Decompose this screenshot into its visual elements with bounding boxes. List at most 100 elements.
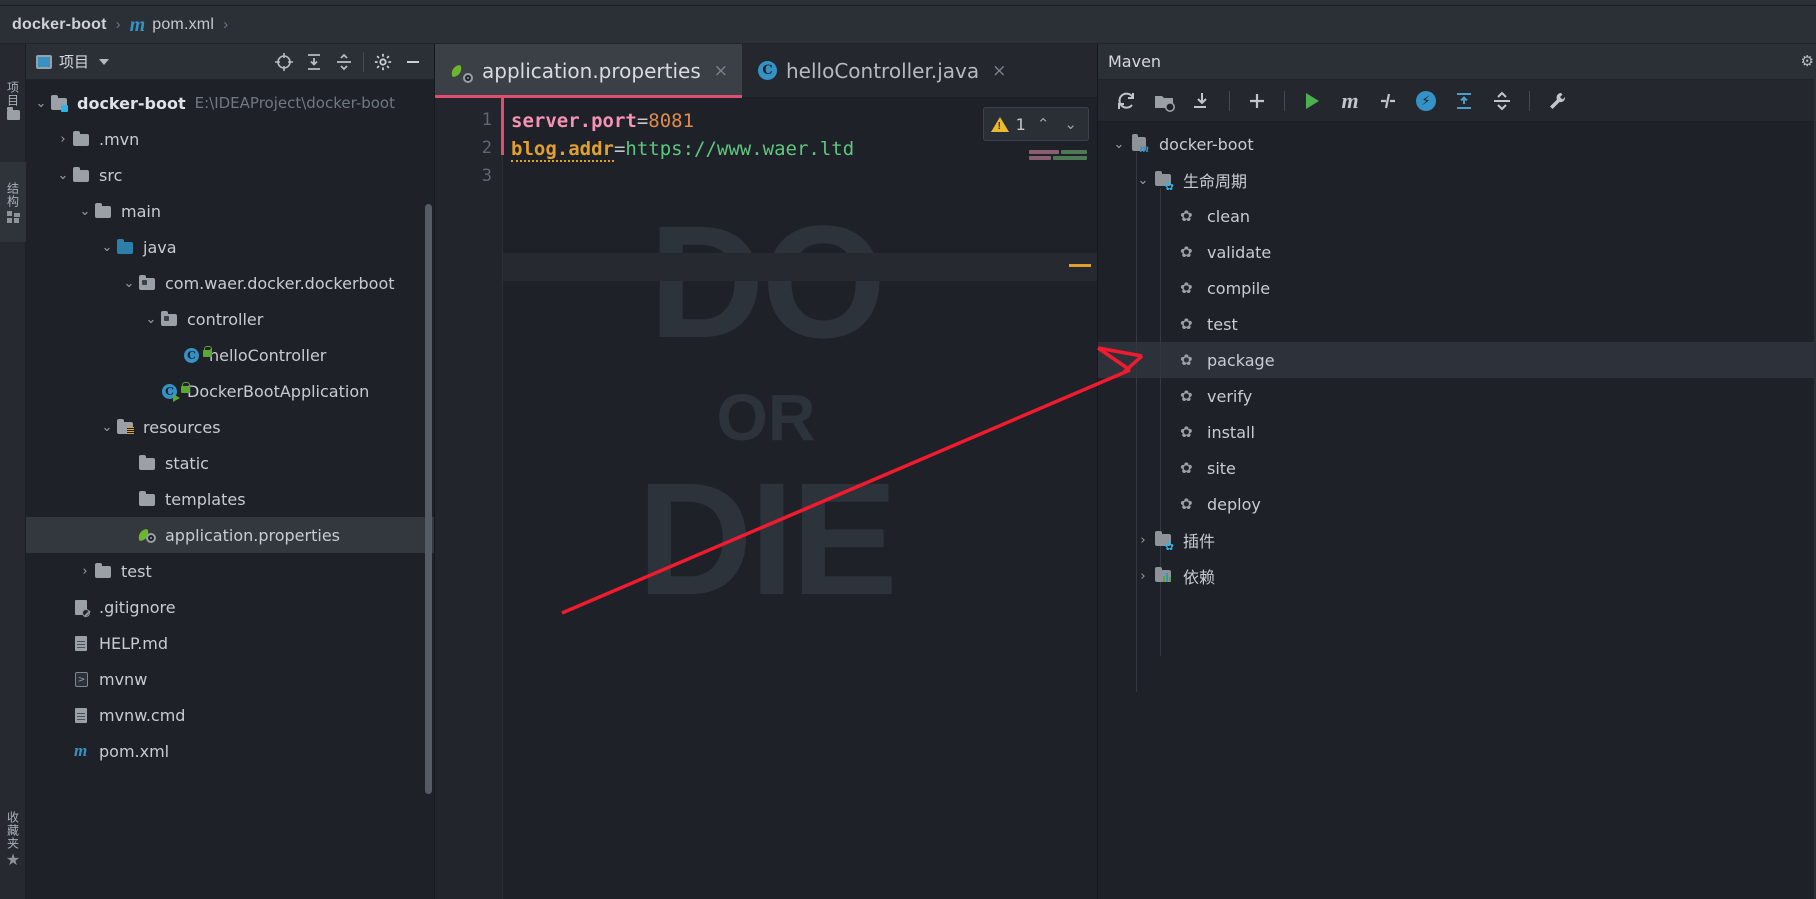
- project-tree-item-resources[interactable]: ⌄ resources: [26, 409, 434, 445]
- rail-item-favorites[interactable]: 收藏夹 ★: [0, 785, 26, 895]
- prev-problem-icon[interactable]: ⌃: [1033, 115, 1054, 133]
- toggle-skip-tests-icon[interactable]: [1370, 84, 1406, 118]
- project-tree-item-controller[interactable]: ⌄ controller: [26, 301, 434, 337]
- chevron-down-icon[interactable]: ⌄: [98, 240, 116, 255]
- maven-tree-item-依赖[interactable]: › 依赖: [1098, 558, 1816, 594]
- module-folder-icon: [51, 95, 68, 112]
- editor-minimap[interactable]: [1029, 150, 1089, 166]
- caret-marker: [1069, 264, 1091, 267]
- chevron-right-icon[interactable]: ›: [54, 132, 72, 147]
- maven-tree-item-compile[interactable]: ›✿compile: [1098, 270, 1816, 306]
- chevron-down-icon[interactable]: ⌄: [142, 312, 160, 327]
- maven-tree-item-validate[interactable]: ›✿validate: [1098, 234, 1816, 270]
- close-icon[interactable]: ×: [992, 61, 1006, 81]
- maven-tree-item-生命周期[interactable]: ⌄生命周期: [1098, 162, 1816, 198]
- expand-all-icon[interactable]: [299, 47, 329, 77]
- maven-goal-gear-icon: ✿: [1180, 387, 1193, 405]
- editor-tab-application-properties[interactable]: application.properties ×: [435, 44, 742, 98]
- project-tree-item-java[interactable]: ⌄ java: [26, 229, 434, 265]
- inspection-widget[interactable]: 1 ⌃ ⌄: [982, 107, 1089, 141]
- code-token: https://www.waer.ltd: [625, 138, 855, 160]
- maven-tree-item-site[interactable]: ›✿site: [1098, 450, 1816, 486]
- hide-panel-icon[interactable]: [398, 47, 428, 77]
- project-tree-item-com-waer-docker-dockerboot[interactable]: ⌄ com.waer.docker.dockerboot: [26, 265, 434, 301]
- project-tree-item-src[interactable]: ⌄ src: [26, 157, 434, 193]
- chevron-down-icon[interactable]: [99, 58, 110, 65]
- project-tree-item--mvn[interactable]: › .mvn: [26, 121, 434, 157]
- maven-tree-item-clean[interactable]: ›✿clean: [1098, 198, 1816, 234]
- collapse-all-icon[interactable]: [329, 47, 359, 77]
- rail-item-project[interactable]: 项目: [0, 50, 26, 150]
- add-maven-project-folder-icon[interactable]: [1146, 84, 1182, 118]
- code-line[interactable]: server.port=8081: [511, 110, 694, 132]
- breadcrumb-project[interactable]: docker-boot: [12, 16, 107, 34]
- project-tree-item--gitignore[interactable]: ›.gitignore: [26, 589, 434, 625]
- maven-tree-item-verify[interactable]: ›✿verify: [1098, 378, 1816, 414]
- chevron-down-icon[interactable]: ⌄: [1108, 137, 1130, 152]
- package-icon: [161, 311, 177, 326]
- editor-tab-bar[interactable]: application.properties × ChelloController.…: [435, 44, 1097, 98]
- maven-tree-item-deploy[interactable]: ›✿deploy: [1098, 486, 1816, 522]
- maven-toolbar[interactable]: m ⚡: [1098, 80, 1816, 122]
- collapse-all-icon[interactable]: [1484, 84, 1520, 118]
- maven-tree-item-label: compile: [1207, 278, 1271, 298]
- java-class-icon: C: [182, 346, 212, 364]
- maven-panel-options-icon[interactable]: ⚙: [1801, 52, 1814, 70]
- project-scrollbar[interactable]: [425, 204, 432, 794]
- rail-item-structure[interactable]: 结构: [0, 162, 26, 242]
- maven-tree-item-插件[interactable]: ›插件: [1098, 522, 1816, 558]
- settings-gear-icon[interactable]: [368, 47, 398, 77]
- rail-item-favorites-label: 收藏夹: [5, 811, 20, 850]
- chevron-right-icon[interactable]: ›: [76, 564, 94, 579]
- folder-icon: [138, 454, 158, 472]
- run-maven-build-icon[interactable]: [1294, 84, 1330, 118]
- add-icon[interactable]: [1239, 84, 1275, 118]
- chevron-down-icon[interactable]: ⌄: [76, 204, 94, 219]
- maven-goal-gear-icon: ✿: [1180, 207, 1193, 225]
- project-tree-item-main[interactable]: ⌄ main: [26, 193, 434, 229]
- chevron-down-icon[interactable]: ⌄: [120, 276, 138, 291]
- project-tree-item-help-md[interactable]: ›HELP.md: [26, 625, 434, 661]
- chevron-down-icon[interactable]: ⌄: [98, 420, 116, 435]
- tree-item-label: test: [121, 561, 152, 581]
- project-tree-item-mvnw[interactable]: ›>mvnw: [26, 661, 434, 697]
- download-sources-icon[interactable]: [1184, 84, 1220, 118]
- project-tree-item-static[interactable]: ›static: [26, 445, 434, 481]
- toggle-offline-mode-icon[interactable]: ⚡: [1408, 84, 1444, 118]
- project-tree-item-docker-boot[interactable]: ⌄ docker-boot E:\IDEAProject\docker-boot: [26, 85, 434, 121]
- project-tree-item-application-properties[interactable]: ›application.properties: [26, 517, 434, 553]
- tree-item-label: templates: [165, 489, 246, 509]
- project-tree-item-test[interactable]: › test: [26, 553, 434, 589]
- code-editor[interactable]: DO OR DIE 123 server.port=8081 blog.addr=…: [435, 98, 1097, 899]
- project-tree-item-mvnw-cmd[interactable]: ›mvnw.cmd: [26, 697, 434, 733]
- chevron-down-icon[interactable]: ⌄: [32, 96, 50, 111]
- maven-tree-item-install[interactable]: ›✿install: [1098, 414, 1816, 450]
- cmd-script-icon: [72, 706, 92, 724]
- public-lock-icon: [203, 346, 212, 357]
- execute-maven-goal-icon[interactable]: m: [1332, 84, 1368, 118]
- project-icon: [36, 54, 52, 69]
- maven-tree-item-test[interactable]: ›✿test: [1098, 306, 1816, 342]
- editor-tab-hellocontroller-java[interactable]: ChelloController.java ×: [742, 44, 1020, 97]
- select-opened-file-icon[interactable]: [269, 47, 299, 77]
- maven-goal-gear-icon: ✿: [1178, 279, 1200, 297]
- next-problem-icon[interactable]: ⌄: [1060, 115, 1081, 133]
- breadcrumb-file[interactable]: pom.xml: [152, 16, 214, 34]
- expand-all-icon[interactable]: [1446, 84, 1482, 118]
- gitignore-file-icon: [75, 600, 90, 617]
- maven-tree-item-docker-boot[interactable]: ⌄ docker-boot: [1098, 126, 1816, 162]
- maven-tree-item-package[interactable]: ›✿package: [1098, 342, 1816, 378]
- chevron-down-icon[interactable]: ⌄: [54, 168, 72, 183]
- close-icon[interactable]: ×: [714, 61, 728, 81]
- project-tree-item-pom-xml[interactable]: ›mpom.xml: [26, 733, 434, 769]
- maven-settings-icon[interactable]: [1539, 84, 1575, 118]
- maven-tree[interactable]: ⌄docker-boot⌄生命周期›✿clean›✿validate›✿comp…: [1098, 122, 1816, 692]
- project-tree-item-hellocontroller[interactable]: ›ChelloController: [26, 337, 434, 373]
- reload-all-projects-icon[interactable]: [1108, 84, 1144, 118]
- code-line[interactable]: blog.addr=https://www.waer.ltd: [511, 138, 855, 162]
- maven-project-icon: [1130, 134, 1152, 156]
- project-tree-item-dockerbootapplication[interactable]: ›CDockerBootApplication: [26, 373, 434, 409]
- project-tree-item-templates[interactable]: ›templates: [26, 481, 434, 517]
- project-tree[interactable]: ⌄ docker-boot E:\IDEAProject\docker-boot ›.…: [26, 80, 434, 899]
- maven-tree-item-label: package: [1207, 350, 1275, 370]
